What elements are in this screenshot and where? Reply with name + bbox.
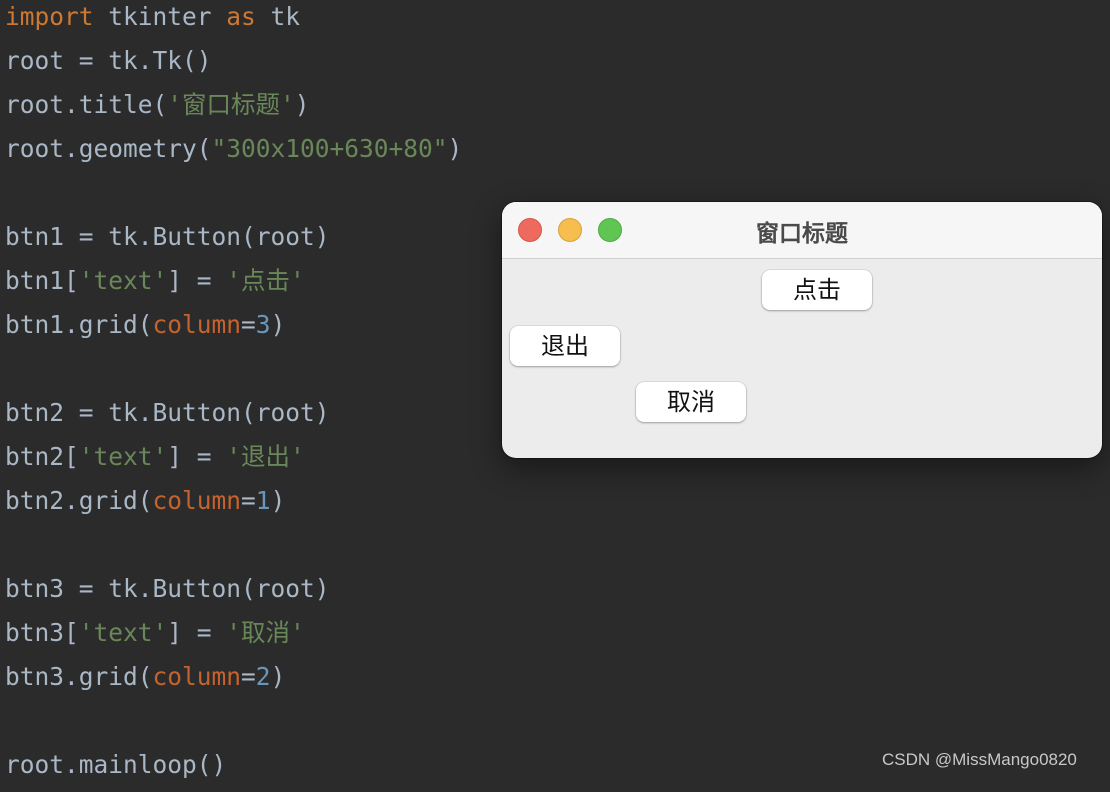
code-token: btn3[ (5, 618, 79, 647)
code-line: btn1.grid(column=3) (5, 308, 285, 352)
code-token: btn1.grid( (5, 310, 153, 339)
code-token: root.title( (5, 90, 168, 119)
code-token: btn2[ (5, 442, 79, 471)
code-token: btn3.grid( (5, 662, 153, 691)
code-token: tk (255, 2, 301, 31)
code-token: = (241, 486, 256, 515)
code-line: btn3.grid(column=2) (5, 660, 285, 704)
code-token: as (226, 2, 256, 31)
code-token: import (5, 2, 94, 31)
code-token: ) (294, 90, 310, 119)
code-token: btn3 = tk.Button(root) (5, 574, 330, 603)
code-token: '退出' (226, 442, 305, 471)
code-token: "300x100+630+80" (211, 134, 448, 163)
code-token: root = tk.Tk() (5, 46, 212, 75)
code-line: root = tk.Tk() (5, 44, 212, 88)
code-token: 1 (255, 486, 271, 515)
code-token: btn1[ (5, 266, 79, 295)
code-line: btn1 = tk.Button(root) (5, 220, 330, 264)
watermark: CSDN @MissMango0820 (882, 750, 1077, 769)
code-token: 2 (255, 662, 271, 691)
code-token: = (241, 662, 256, 691)
code-token: ] = (167, 266, 227, 295)
window-title: 窗口标题 (756, 221, 848, 247)
code-token: column (152, 486, 242, 515)
code-token: 3 (255, 310, 271, 339)
code-token: '窗口标题' (167, 90, 295, 119)
exit-button[interactable]: 退出 (510, 326, 620, 366)
title-bar[interactable]: 窗口标题 (502, 202, 1102, 259)
code-token: btn1 = tk.Button(root) (5, 222, 330, 251)
code-line: btn2.grid(column=1) (5, 484, 285, 528)
code-line: btn2 = tk.Button(root) (5, 396, 330, 440)
code-token: ] = (167, 618, 227, 647)
code-line: root.geometry("300x100+630+80") (5, 132, 462, 176)
code-token: ) (270, 662, 286, 691)
code-token: 'text' (78, 442, 168, 471)
cancel-button[interactable]: 取消 (636, 382, 746, 422)
code-line: btn3['text'] = '取消' (5, 616, 305, 660)
code-token: '点击' (226, 266, 305, 295)
tk-window: 窗口标题 点击 退出 取消 (502, 202, 1102, 458)
code-line: btn2['text'] = '退出' (5, 440, 305, 484)
code-token: = (241, 310, 256, 339)
code-token: btn2 = tk.Button(root) (5, 398, 330, 427)
code-line: import tkinter as tk (5, 0, 300, 44)
code-token: ) (447, 134, 463, 163)
click-button[interactable]: 点击 (762, 270, 872, 310)
code-token: ] = (167, 442, 227, 471)
code-token: root.geometry( (5, 134, 212, 163)
code-token: ) (270, 486, 286, 515)
code-token: root.mainloop() (5, 750, 227, 779)
code-token: column (152, 310, 242, 339)
code-token: 'text' (78, 618, 168, 647)
code-line: root.mainloop() (5, 748, 226, 792)
code-token: btn2.grid( (5, 486, 153, 515)
code-token: '取消' (226, 618, 305, 647)
code-token: column (152, 662, 242, 691)
code-line: root.title('窗口标题') (5, 88, 310, 132)
code-line: btn3 = tk.Button(root) (5, 572, 330, 616)
code-token: ) (270, 310, 286, 339)
code-line: btn1['text'] = '点击' (5, 264, 305, 308)
code-token: 'text' (78, 266, 168, 295)
code-token: tkinter (93, 2, 227, 31)
